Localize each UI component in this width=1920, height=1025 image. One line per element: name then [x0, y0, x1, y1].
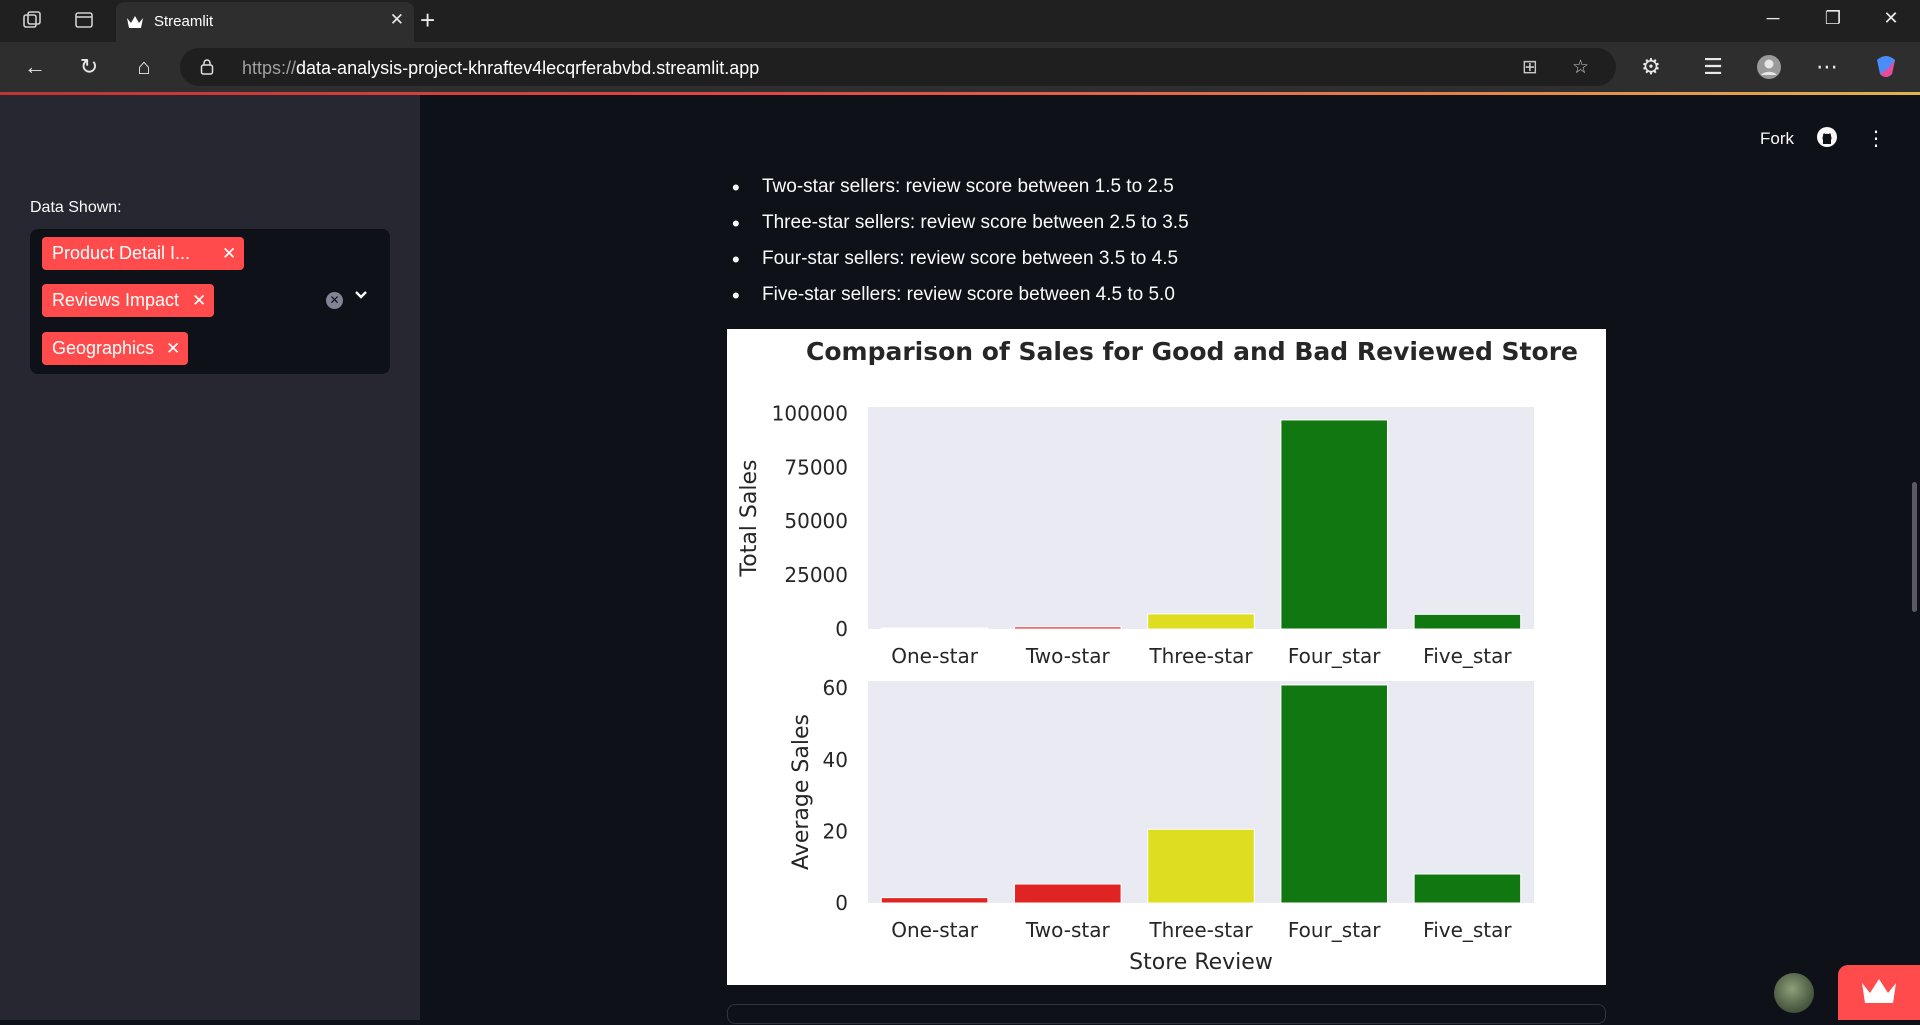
bar-four_star [1280, 684, 1388, 904]
y-axis-label: Average Sales [789, 714, 814, 870]
y-tick-label: 75000 [784, 455, 848, 479]
page-scrollbar[interactable] [1912, 482, 1917, 612]
main-menu-icon[interactable]: ⋮ [1866, 126, 1886, 151]
back-icon[interactable]: ← [22, 54, 48, 80]
profile-icon[interactable] [1756, 54, 1782, 80]
url-scheme: https:// [242, 58, 297, 78]
bar-four_star [1280, 419, 1388, 630]
bar-five_star [1413, 613, 1522, 630]
y-tick-label: 100000 [772, 401, 848, 425]
chip-label: Product Detail I... [52, 243, 191, 263]
browser-toolbar: ← ↻ ⌂ https://data-analysis-project-khra… [0, 42, 1920, 92]
app-available-icon[interactable]: ⊞ [1522, 56, 1538, 79]
copilot-icon[interactable] [1873, 54, 1899, 80]
bar-three-star [1147, 613, 1255, 630]
x-tick-label: Five_star [1423, 918, 1512, 942]
sales-comparison-chart: Comparison of Sales for Good and Bad Rev… [737, 337, 1578, 975]
y-tick-label: 60 [823, 676, 848, 700]
bar-two-star [1014, 626, 1122, 630]
url-host: data-analysis-project-khraftev4lecqrfera… [296, 58, 760, 78]
vertical-tabs-icon[interactable] [72, 9, 96, 33]
github-icon[interactable] [1816, 126, 1838, 154]
y-axis-label: Total Sales [737, 460, 762, 578]
browser-tab-bar: Streamlit ✕ + ─ ❐ ✕ [0, 0, 1920, 42]
y-tick-label: 0 [835, 891, 848, 915]
bar-three-star [1147, 828, 1255, 904]
next-content-block [727, 1004, 1606, 1024]
creator-avatar[interactable] [1774, 973, 1814, 1013]
chip-remove-icon[interactable]: ✕ [192, 284, 206, 317]
x-tick-label: Three-star [1148, 918, 1253, 942]
x-axis-label: Store Review [1129, 950, 1273, 975]
bar-five_star [1413, 873, 1522, 904]
sidebar-label: Data Shown: [30, 199, 122, 216]
workspaces-icon[interactable] [20, 9, 44, 33]
bar-one-star [880, 627, 989, 630]
y-tick-label: 40 [823, 748, 848, 772]
favorite-star-icon[interactable]: ☆ [1572, 56, 1589, 79]
streamlit-favicon-icon [127, 16, 143, 28]
chip-reviews-impact[interactable]: Reviews Impact ✕ [42, 284, 214, 317]
y-tick-label: 20 [823, 819, 848, 843]
extensions-icon[interactable]: ⚙ [1638, 54, 1664, 80]
chip-label: Reviews Impact [52, 290, 180, 310]
chip-remove-icon[interactable]: ✕ [166, 332, 180, 365]
chip-label: Geographics [52, 338, 155, 358]
reload-icon[interactable]: ↻ [76, 54, 102, 80]
plot-area-0 [868, 407, 1534, 629]
more-options-icon[interactable]: ⋯ [1814, 54, 1840, 80]
new-tab-icon[interactable]: + [420, 7, 435, 33]
x-tick-label: Two-star [1025, 644, 1111, 668]
lock-icon[interactable] [200, 58, 214, 75]
list-item: Four-star sellers: review score between … [732, 247, 1178, 273]
sales-comparison-figure: Comparison of Sales for Good and Bad Rev… [727, 329, 1606, 985]
tab-title: Streamlit [154, 13, 214, 30]
chip-product-detail[interactable]: Product Detail I... ✕ [42, 237, 244, 270]
y-tick-label: 25000 [784, 563, 848, 587]
tab-close-icon[interactable]: ✕ [390, 10, 404, 30]
restore-icon[interactable]: ❐ [1818, 8, 1848, 29]
streamlit-crown-icon [1862, 979, 1896, 1003]
url-text[interactable]: https://data-analysis-project-khraftev4l… [242, 58, 759, 79]
chip-remove-icon[interactable]: ✕ [222, 237, 236, 270]
data-shown-multiselect[interactable]: Product Detail I... ✕ Reviews Impact ✕ G… [30, 229, 390, 374]
x-tick-label: Three-star [1148, 644, 1253, 668]
x-tick-label: Five_star [1423, 644, 1512, 668]
list-item: Three-star sellers: review score between… [732, 211, 1189, 237]
x-tick-label: One-star [891, 644, 978, 668]
y-tick-label: 0 [835, 617, 848, 641]
list-item: Five-star sellers: review score between … [732, 283, 1175, 309]
home-icon[interactable]: ⌂ [131, 54, 157, 80]
minimize-icon[interactable]: ─ [1758, 8, 1788, 29]
bar-two-star [1014, 883, 1122, 904]
streamlit-badge[interactable] [1838, 965, 1920, 1020]
bar-one-star [880, 897, 989, 904]
fork-link[interactable]: Fork [1760, 129, 1794, 149]
browser-tab-streamlit[interactable]: Streamlit ✕ [116, 2, 414, 42]
x-tick-label: Four_star [1288, 644, 1381, 668]
chevron-down-icon[interactable] [354, 287, 368, 305]
x-tick-label: One-star [891, 918, 978, 942]
x-tick-label: Four_star [1288, 918, 1381, 942]
y-tick-label: 50000 [784, 509, 848, 533]
favorites-icon[interactable]: ☰ [1700, 54, 1726, 80]
address-bar[interactable]: https://data-analysis-project-khraftev4l… [180, 48, 1616, 86]
chart-title: Comparison of Sales for Good and Bad Rev… [806, 337, 1578, 366]
close-window-icon[interactable]: ✕ [1876, 8, 1906, 29]
x-tick-label: Two-star [1025, 918, 1111, 942]
chip-geographics[interactable]: Geographics ✕ [42, 332, 188, 365]
clear-all-icon[interactable]: ✕ [326, 292, 343, 309]
list-item: Two-star sellers: review score between 1… [732, 175, 1174, 201]
